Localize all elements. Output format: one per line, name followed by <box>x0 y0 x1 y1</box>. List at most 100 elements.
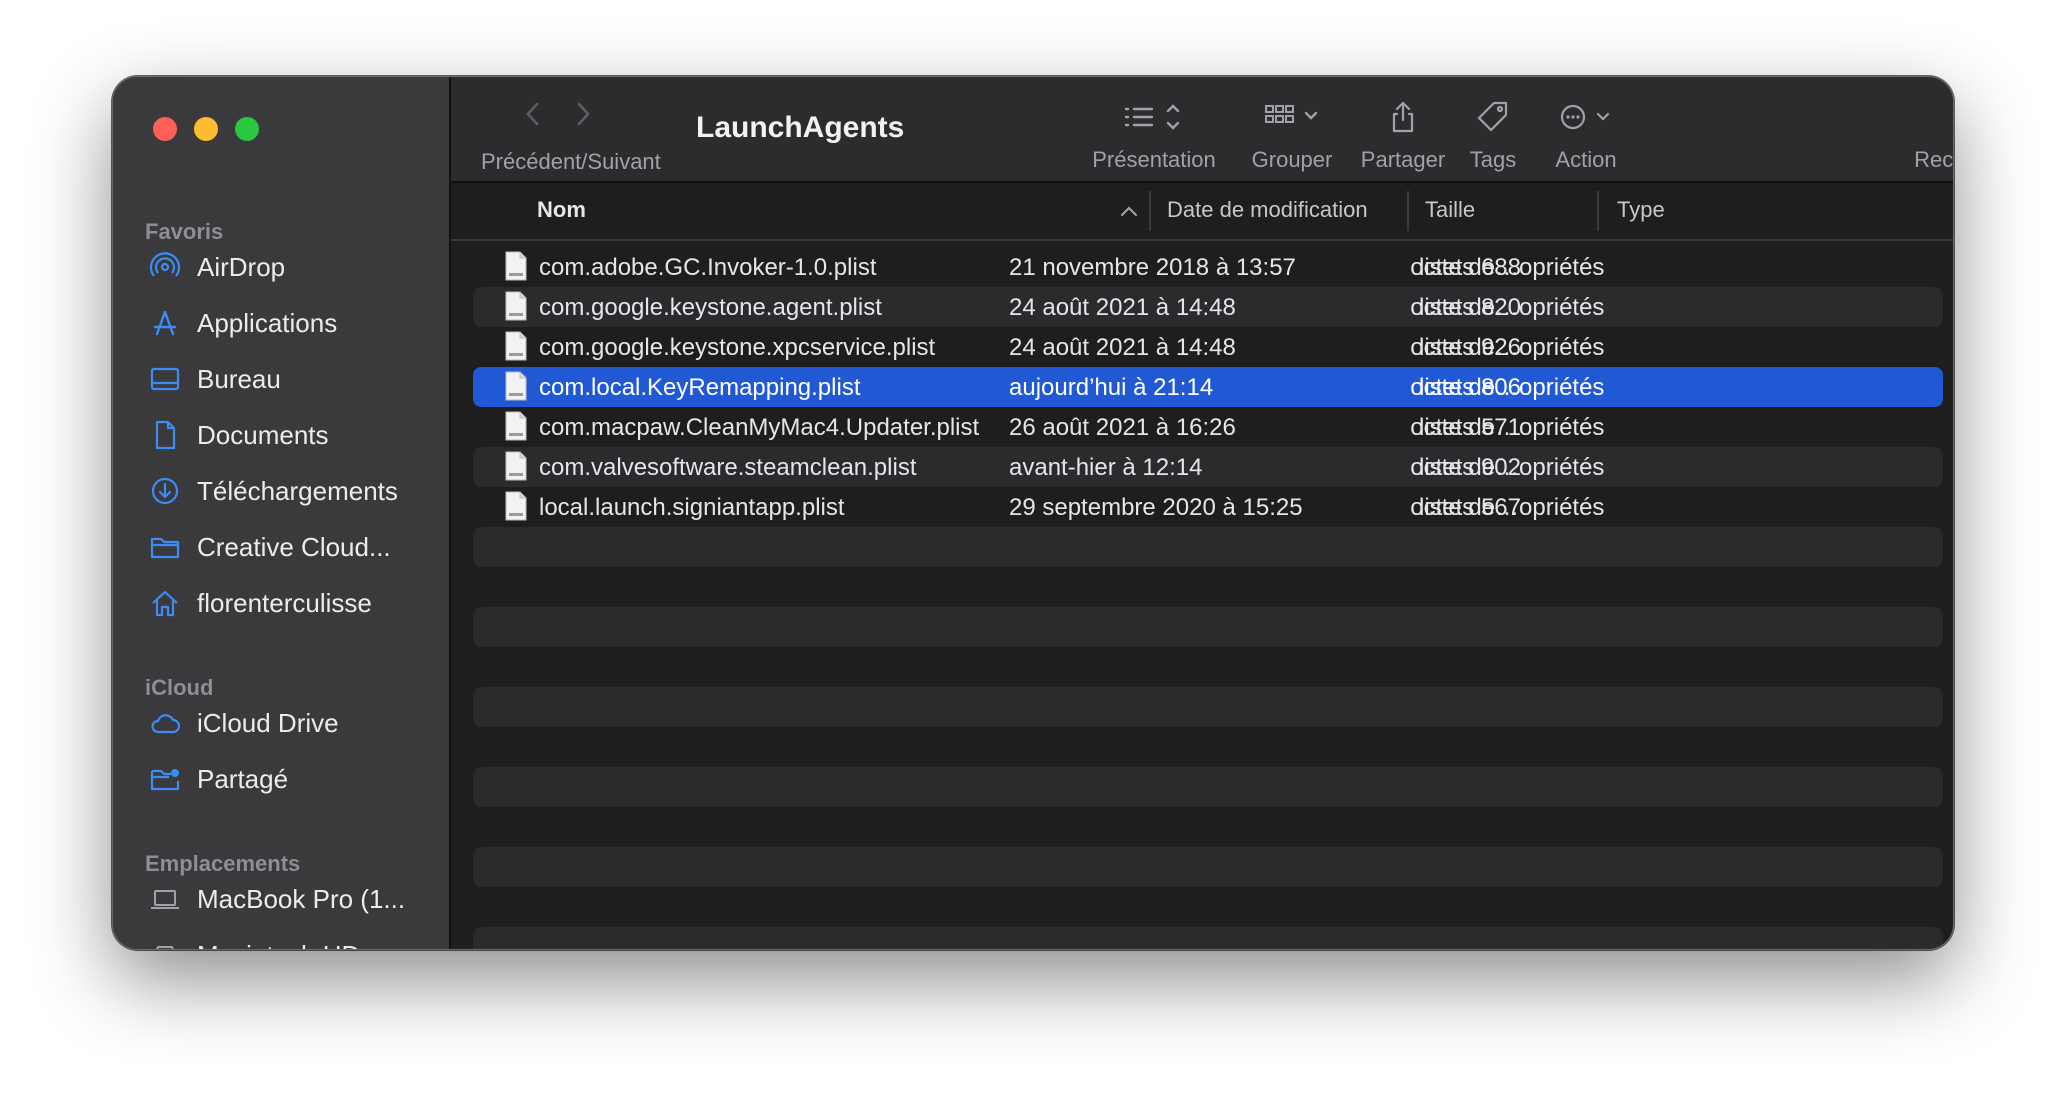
partager-button[interactable]: Partager <box>1351 97 1455 173</box>
file-type: liste de…opriétés <box>1419 374 1605 401</box>
file-type: liste de…opriétés <box>1419 494 1605 521</box>
home-icon <box>147 585 183 621</box>
list-view-icon <box>1089 97 1219 137</box>
file-date: 24 août 2021 à 14:48 <box>1009 294 1236 321</box>
desktop-icon <box>147 361 183 397</box>
table-row[interactable]: com.google.keystone.agent.plist 24 août … <box>473 287 1943 327</box>
table-row[interactable]: com.google.keystone.xpcservice.plist 24 … <box>473 327 1943 367</box>
sidebar-item-icloud-drive[interactable]: iCloud Drive <box>137 697 427 749</box>
table-row[interactable]: local.launch.signiantapp.plist 29 septem… <box>473 487 1943 527</box>
laptop-icon <box>147 881 183 917</box>
file-name: com.valvesoftware.steamclean.plist <box>539 454 917 481</box>
sidebar-item-telechargements[interactable]: Téléchargements <box>137 465 427 517</box>
action-button[interactable]: Action <box>1541 97 1631 173</box>
zoom-button[interactable] <box>235 117 259 141</box>
plist-file-icon <box>505 371 527 401</box>
table-row[interactable]: com.valvesoftware.steamclean.plist avant… <box>473 447 1943 487</box>
sort-ascending-icon <box>1120 206 1138 217</box>
tag-icon <box>1457 97 1529 137</box>
chevron-left-icon <box>526 102 539 126</box>
presentation-label: Présentation <box>1092 147 1216 172</box>
sidebar-item-label: Téléchargements <box>197 475 398 506</box>
sidebar-item-bureau[interactable]: Bureau <box>137 353 427 405</box>
rechercher-button[interactable]: Rechercher <box>1911 97 1954 173</box>
forward-button[interactable] <box>571 99 595 134</box>
file-date: 24 août 2021 à 14:48 <box>1009 334 1236 361</box>
plist-file-icon <box>505 451 527 481</box>
file-date: 21 novembre 2018 à 13:57 <box>1009 254 1296 281</box>
back-button[interactable] <box>521 99 545 134</box>
plist-file-icon <box>505 291 527 321</box>
sidebar-item-label: AirDrop <box>197 251 286 282</box>
action-label: Action <box>1555 147 1617 172</box>
column-type[interactable]: Type <box>1617 197 1665 223</box>
sidebar-item-label: MacBook Pro (1... <box>197 883 406 914</box>
sidebar-item-label: Bureau <box>197 363 281 394</box>
plist-file-icon <box>505 491 527 521</box>
finder-window: Favoris AirDrop Applications Bureau Docu… <box>112 76 1954 950</box>
cloud-icon <box>147 705 183 741</box>
empty-row <box>473 647 1943 687</box>
sidebar-item-documents[interactable]: Documents <box>137 409 427 461</box>
document-icon <box>147 417 183 453</box>
plist-file-icon <box>505 251 527 281</box>
table-row[interactable]: com.macpaw.CleanMyMac4.Updater.plist 26 … <box>473 407 1943 447</box>
column-size[interactable]: Taille <box>1425 197 1475 223</box>
grouper-button[interactable]: Grouper <box>1237 97 1347 173</box>
empty-row <box>473 887 1943 927</box>
applications-icon <box>147 305 183 341</box>
file-name: com.macpaw.CleanMyMac4.Updater.plist <box>539 414 980 441</box>
file-date: 29 septembre 2020 à 15:25 <box>1009 494 1303 521</box>
file-name: com.adobe.GC.Invoker-1.0.plist <box>539 254 877 281</box>
table-row[interactable]: com.local.KeyRemapping.plist aujourd’hui… <box>473 367 1943 407</box>
shared-folder-icon <box>147 761 183 797</box>
column-name[interactable]: Nom <box>537 197 586 223</box>
sidebar-item-label: Macintosh HD <box>197 940 360 950</box>
file-type: liste de…opriétés <box>1419 254 1605 281</box>
empty-row <box>473 727 1943 767</box>
sidebar-item-airdrop[interactable]: AirDrop <box>137 241 427 293</box>
nav-arrows <box>521 99 595 134</box>
grouper-label: Grouper <box>1251 147 1333 172</box>
sidebar-item-label: iCloud Drive <box>197 707 339 738</box>
folder-icon <box>147 529 183 565</box>
toolbar: Précédent/Suivant LaunchAgents Présentat… <box>451 77 1953 183</box>
sidebar-item-creative-cloud[interactable]: Creative Cloud... <box>137 521 427 573</box>
presentation-button[interactable]: Présentation <box>1089 97 1219 173</box>
sidebar-item-partage[interactable]: Partagé <box>137 753 427 805</box>
file-name: com.google.keystone.agent.plist <box>539 294 882 321</box>
file-type: liste de…opriétés <box>1419 454 1605 481</box>
file-list: com.adobe.GC.Invoker-1.0.plist 21 novemb… <box>473 247 1943 949</box>
close-button[interactable] <box>153 117 177 141</box>
file-type: liste de…opriétés <box>1419 294 1605 321</box>
plist-file-icon <box>505 331 527 361</box>
empty-row <box>473 527 1943 567</box>
file-name: local.launch.signiantapp.plist <box>539 494 845 521</box>
search-icon <box>1911 97 1953 137</box>
traffic-lights <box>153 117 259 141</box>
download-icon <box>147 473 183 509</box>
airdrop-icon <box>147 249 183 285</box>
sidebar-item-macintosh-hd[interactable]: Macintosh HD <box>137 929 427 950</box>
empty-row <box>473 807 1943 847</box>
minimize-button[interactable] <box>194 117 218 141</box>
sidebar-item-applications[interactable]: Applications <box>137 297 427 349</box>
sidebar-item-macbook[interactable]: MacBook Pro (1... <box>137 873 427 925</box>
plist-file-icon <box>505 411 527 441</box>
share-icon <box>1351 97 1455 137</box>
sidebar-item-label: Applications <box>197 307 338 338</box>
window-title: LaunchAgents <box>696 111 905 144</box>
table-row[interactable]: com.adobe.GC.Invoker-1.0.plist 21 novemb… <box>473 247 1943 287</box>
tags-button[interactable]: Tags <box>1457 97 1529 173</box>
sidebar-item-home[interactable]: florenterculisse <box>137 577 427 629</box>
rechercher-label: Rechercher <box>1914 147 1954 172</box>
disk-icon <box>147 937 183 949</box>
file-name: com.local.KeyRemapping.plist <box>539 374 861 401</box>
group-icon <box>1237 97 1347 137</box>
sidebar-item-label: florenterculisse <box>197 587 372 618</box>
empty-row <box>473 767 1943 807</box>
column-date[interactable]: Date de modification <box>1167 197 1368 223</box>
file-date: avant-hier à 12:14 <box>1009 454 1203 481</box>
sidebar-item-label: Partagé <box>197 763 289 794</box>
file-type: liste de…opriétés <box>1419 334 1605 361</box>
